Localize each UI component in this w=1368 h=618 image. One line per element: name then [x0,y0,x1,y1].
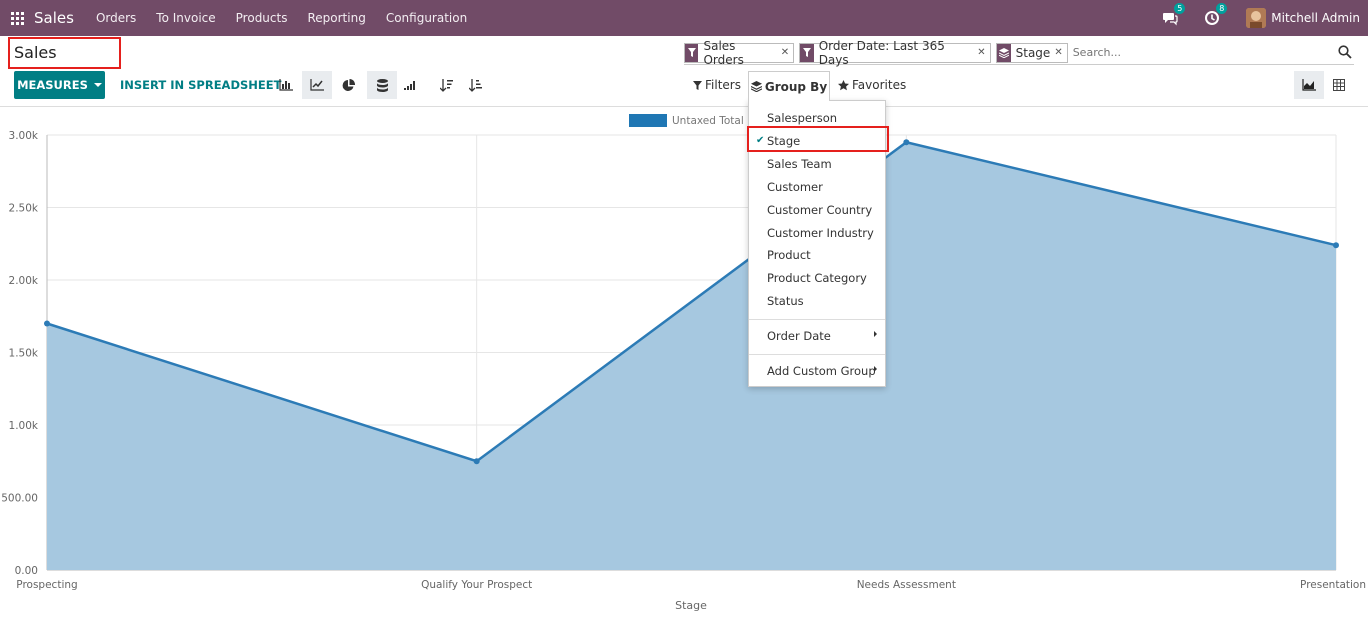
caret-right-icon [874,366,877,372]
y-tick-label: 2.00k [9,275,39,287]
messages-icon[interactable]: 5 [1162,3,1186,26]
x-axis-label: Stage [675,599,707,612]
group-by-label: Group By [764,79,828,94]
group-by-button[interactable]: Group By [748,71,830,101]
filters-label: Filters [705,78,741,92]
sort-descending-icon [439,78,453,92]
pie-chart-icon [342,78,355,91]
search-input[interactable] [1072,46,1354,59]
activities-count-badge: 8 [1216,3,1228,14]
area-chart: 0.00 500.00 1.00k 1.50k 2.00k 2.50k 3.00k Pros… [1,114,1366,612]
signal-bars-icon [403,81,415,90]
dropdown-divider [749,319,885,320]
x-tick-label: Qualify Your Prospect [421,579,532,591]
favorites-button[interactable]: Favorites [838,78,906,92]
measures-button[interactable]: MEASURES [14,71,105,99]
cumulative-button[interactable] [395,71,425,99]
filter-icon [685,43,699,62]
menu-configuration[interactable]: Configuration [376,0,477,36]
bar-chart-icon [279,79,293,91]
sort-ascending-icon [468,78,482,92]
y-tick-label: 1.00k [9,420,39,432]
y-tick-label: 3.00k [9,130,39,142]
menu-reporting[interactable]: Reporting [297,0,375,36]
groupby-item-product-category[interactable]: Product Category [767,271,867,285]
groupby-item-sales-team[interactable]: Sales Team [767,157,832,171]
x-tick-label: Prospecting [16,579,77,591]
legend-swatch[interactable] [629,114,667,127]
x-tick-label: Presentation [1300,579,1366,591]
top-navbar: Sales Orders To Invoice Products Reporti… [0,0,1368,36]
graph-view-button[interactable] [1294,71,1324,99]
facet-remove-icon[interactable]: ✕ [1054,47,1066,58]
stacked-button[interactable] [367,71,397,99]
y-tick-label: 1.50k [9,348,39,360]
search-bar: Sales Orders ✕ Order Date: Last 365 Days… [684,39,1354,67]
y-tick-label: 500.00 [1,493,38,505]
app-brand[interactable]: Sales [34,9,74,27]
facet-label: Sales Orders [703,38,744,67]
y-tick-label: 0.00 [15,565,38,577]
bar-chart-button[interactable] [271,71,301,99]
sort-ascending-button[interactable] [460,71,490,99]
sort-descending-button[interactable] [431,71,461,99]
messages-count-badge: 5 [1174,3,1186,14]
y-tick-label: 2.50k [9,203,39,215]
legend-label[interactable]: Untaxed Total [672,115,744,127]
area-chart-icon [1302,79,1316,91]
facet-label: Stage [1015,45,1051,60]
filter-icon [693,80,702,90]
series-area-untaxed-total [47,142,1336,570]
line-chart-button[interactable] [302,71,332,99]
database-icon [376,78,388,92]
x-axis-ticks: Prospecting Qualify Your Prospect Needs As… [16,579,1366,591]
facet-label: Order Date: Last 365 Days [818,38,945,67]
pie-chart-button[interactable] [333,71,363,99]
pivot-view-button[interactable] [1324,71,1354,99]
dropdown-divider [749,354,885,355]
groupby-item-customer-industry[interactable]: Customer Industry [767,226,874,240]
facet-order-date: Order Date: Last 365 Days ✕ [799,39,991,67]
line-chart-icon [310,79,324,91]
groupby-item-customer[interactable]: Customer [767,180,823,194]
facet-remove-icon[interactable]: ✕ [977,47,989,58]
apps-grid-icon[interactable] [11,11,24,25]
groupby-item-order-date[interactable]: Order Date [767,329,831,343]
y-axis-ticks: 0.00 500.00 1.00k 1.50k 2.00k 2.50k 3.00k [1,130,39,577]
groupby-item-status[interactable]: Status [767,294,804,308]
user-name[interactable]: Mitchell Admin [1271,11,1360,25]
stage-item-highlight [747,126,889,152]
groupby-item-product[interactable]: Product [767,248,811,262]
user-avatar[interactable] [1246,8,1267,28]
add-custom-group[interactable]: Add Custom Group [767,364,876,378]
search-icon[interactable] [1338,44,1354,60]
data-point[interactable] [1333,242,1339,249]
layers-icon [750,81,762,92]
menu-products[interactable]: Products [226,0,298,36]
groupby-item-salesperson[interactable]: Salesperson [767,111,837,125]
groupby-item-customer-country[interactable]: Customer Country [767,203,872,217]
star-icon [838,79,849,90]
facet-sales-orders: Sales Orders ✕ [684,39,795,67]
filter-icon [800,43,814,62]
navbar-systray: 5 8 Mitchell Admin [1162,0,1360,36]
layers-icon [996,43,1011,62]
facet-remove-icon[interactable]: ✕ [781,47,793,58]
caret-down-icon [93,83,102,87]
x-tick-label: Needs Assessment [857,579,956,591]
facet-stage: Stage ✕ [995,42,1068,63]
table-grid-icon [1333,79,1345,91]
favorites-label: Favorites [852,78,907,92]
menu-orders[interactable]: Orders [86,0,146,36]
caret-right-icon [874,331,877,337]
data-point[interactable] [44,320,50,327]
activities-clock-icon[interactable]: 8 [1204,3,1228,26]
menu-to-invoice[interactable]: To Invoice [146,0,225,36]
page-title-highlight: Sales Analysis [8,37,121,90]
data-point[interactable] [903,139,910,146]
data-point[interactable] [473,458,480,465]
measures-label: MEASURES [17,78,88,92]
filters-button[interactable]: Filters [693,78,741,92]
insert-in-spreadsheet-button[interactable]: INSERT IN SPREADSHEET [120,78,281,92]
